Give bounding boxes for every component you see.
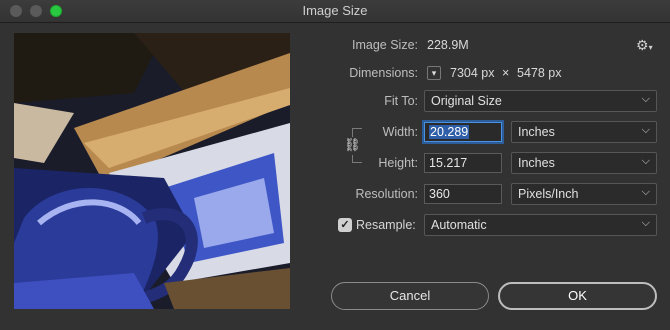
gear-icon[interactable]: ⚙▾	[636, 37, 653, 54]
chevron-down-icon: ⌵	[641, 155, 650, 167]
fit-to-select[interactable]: Original Size ⌵	[424, 90, 657, 112]
height-label: Height:	[378, 156, 418, 170]
height-unit-value: Inches	[518, 156, 555, 170]
chevron-down-icon[interactable]: ▾	[427, 66, 441, 80]
height-unit-select[interactable]: Inches ⌵	[511, 152, 657, 174]
image-size-dialog: Image Size Image Size: 228.9M ⚙▾ Dimensi…	[0, 0, 670, 330]
width-unit-value: Inches	[518, 125, 555, 139]
height-field[interactable]: 15.217	[424, 153, 502, 173]
resample-label: Resample:	[356, 218, 416, 232]
chevron-down-icon: ⌵	[641, 186, 650, 198]
resolution-unit-value: Pixels/Inch	[518, 187, 579, 201]
width-unit-select[interactable]: Inches ⌵	[511, 121, 657, 143]
resample-value: Automatic	[431, 218, 487, 232]
resolution-field[interactable]: 360	[424, 184, 502, 204]
image-preview[interactable]	[14, 33, 290, 309]
dimensions-width-value: 7304 px	[450, 66, 495, 80]
cancel-button[interactable]: Cancel	[331, 282, 489, 310]
image-size-label: Image Size:	[351, 38, 418, 52]
window-title: Image Size	[302, 3, 368, 18]
chevron-down-icon: ⌵	[641, 217, 650, 229]
image-size-value: 228.9M	[427, 38, 469, 52]
resolution-label: Resolution:	[355, 187, 418, 201]
link-icon[interactable]: ⛓	[344, 137, 361, 155]
fit-to-value: Original Size	[431, 94, 502, 108]
fit-to-label: Fit To:	[384, 94, 418, 108]
resolution-unit-select[interactable]: Pixels/Inch ⌵	[511, 183, 657, 205]
resample-checkbox[interactable]: ✓	[338, 218, 352, 232]
width-field[interactable]: 20.289	[424, 122, 502, 142]
dimensions-separator: ×	[502, 66, 510, 80]
ok-button[interactable]: OK	[498, 282, 657, 310]
height-value: 15.217	[429, 156, 468, 170]
resolution-value: 360	[429, 187, 450, 201]
resample-select[interactable]: Automatic ⌵	[424, 214, 657, 236]
width-label: Width:	[382, 125, 418, 139]
dimensions-label: Dimensions:	[349, 66, 418, 80]
title-bar: Image Size	[0, 0, 670, 23]
chevron-down-icon: ⌵	[641, 93, 650, 105]
dimensions-height-value: 5478 px	[517, 66, 562, 80]
width-value: 20.289	[429, 125, 470, 139]
preview-image	[14, 33, 290, 309]
chevron-down-icon: ⌵	[641, 124, 650, 136]
